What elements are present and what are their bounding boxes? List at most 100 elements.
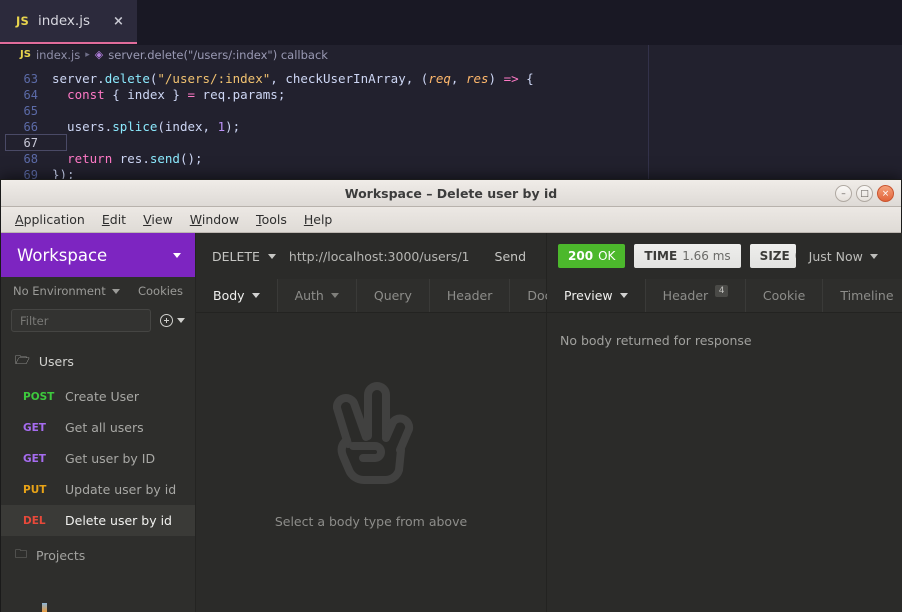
window-title-bar[interactable]: Workspace – Delete user by id – □ × bbox=[1, 180, 901, 207]
menu-item-edit[interactable]: Edit bbox=[95, 210, 133, 229]
plus-circle-icon bbox=[160, 314, 173, 327]
response-pane: 200 OK TIME 1.66 ms SIZE 0 Just Now bbox=[547, 233, 902, 612]
sidebar-filter-row: Filter bbox=[1, 305, 195, 342]
code-line[interactable]: 65 bbox=[0, 103, 902, 119]
tab-request-header[interactable]: Header bbox=[430, 279, 511, 312]
folder-label: Projects bbox=[36, 548, 86, 563]
js-file-icon: JS bbox=[16, 14, 29, 28]
request-label: Get all users bbox=[65, 420, 144, 435]
code-area[interactable]: 63 server.delete("/users/:index", checkUs… bbox=[0, 64, 902, 183]
tab-label: Auth bbox=[294, 288, 324, 303]
request-tree: 🗁 Users POST Create User GET Get all users GET… bbox=[1, 342, 195, 575]
tab-response-timeline[interactable]: Timeline bbox=[823, 279, 902, 312]
js-file-icon: JS bbox=[20, 49, 31, 60]
folder-open-icon: 🗁 bbox=[15, 353, 30, 367]
status-text: OK bbox=[598, 249, 616, 263]
chevron-down-icon bbox=[330, 293, 339, 298]
folder-projects[interactable]: 🗀 Projects bbox=[1, 536, 195, 575]
request-method-badge: POST bbox=[23, 390, 55, 403]
line-number: 64 bbox=[23, 88, 38, 102]
code-line[interactable]: 67 bbox=[0, 134, 902, 151]
size-value: 0 bbox=[795, 249, 796, 263]
request-method-badge: PUT bbox=[23, 483, 47, 496]
line-number: 66 bbox=[23, 120, 38, 134]
body-placeholder-text: Select a body type from above bbox=[274, 513, 468, 529]
request-item-create-user[interactable]: POST Create User bbox=[1, 381, 195, 412]
breadcrumb: JS index.js ▸ ◈ server.delete("/users/:i… bbox=[0, 45, 902, 64]
request-label: Create User bbox=[65, 389, 139, 404]
tab-label: Cookie bbox=[762, 288, 806, 303]
breadcrumb-symbol[interactable]: server.delete("/users/:index") callback bbox=[108, 48, 328, 62]
menu-item-help[interactable]: Help bbox=[297, 210, 340, 229]
request-label: Delete user by id bbox=[65, 513, 172, 528]
chevron-down-icon bbox=[869, 253, 878, 259]
tab-label: Header bbox=[446, 288, 493, 303]
screen: JS index.js × JS index.js ▸ ◈ server.del… bbox=[0, 0, 902, 612]
request-body-area[interactable]: Select a body type from above bbox=[196, 313, 546, 612]
code-text: return res.send(); bbox=[67, 151, 203, 166]
menu-item-view[interactable]: View bbox=[136, 210, 180, 229]
close-icon[interactable]: × bbox=[877, 185, 894, 202]
tab-label: Query bbox=[373, 288, 412, 303]
response-body-message: No body returned for response bbox=[560, 333, 752, 348]
peace-hand-icon bbox=[332, 381, 414, 484]
url-input[interactable]: http://localhost:3000/users/1 bbox=[289, 249, 485, 264]
minimize-icon[interactable]: – bbox=[835, 185, 852, 202]
breadcrumb-file[interactable]: index.js bbox=[36, 48, 80, 62]
history-selector[interactable]: Just Now bbox=[809, 249, 878, 264]
tab-request-query[interactable]: Query bbox=[357, 279, 430, 312]
tab-response-cookie[interactable]: Cookie bbox=[746, 279, 824, 312]
chevron-down-icon bbox=[111, 288, 120, 294]
request-item-update-user-by-id[interactable]: PUT Update user by id bbox=[1, 474, 195, 505]
request-label: Get user by ID bbox=[65, 451, 156, 466]
environment-label: No Environment bbox=[13, 284, 106, 298]
menu-item-application[interactable]: Application bbox=[8, 210, 92, 229]
editor-tab-label: index.js bbox=[37, 13, 90, 29]
editor-tab-bar: JS index.js × bbox=[0, 0, 902, 45]
tab-label: Timeline bbox=[840, 288, 894, 303]
code-text: users.splice(index, 1); bbox=[52, 119, 241, 134]
tab-request-auth[interactable]: Auth bbox=[278, 279, 357, 312]
request-label: Update user by id bbox=[65, 482, 177, 497]
code-line[interactable]: 66 users.splice(index, 1); bbox=[0, 119, 902, 135]
code-line[interactable]: 64 const { index } = req.params; bbox=[0, 87, 902, 103]
close-icon[interactable]: × bbox=[113, 15, 124, 28]
method-selector[interactable]: DELETE bbox=[196, 249, 289, 264]
taskbar-indicator bbox=[42, 603, 47, 612]
filter-input[interactable]: Filter bbox=[11, 309, 151, 332]
maximize-icon[interactable]: □ bbox=[856, 185, 873, 202]
time-badge: TIME 1.66 ms bbox=[634, 244, 741, 268]
tab-count-badge: 4 bbox=[715, 284, 728, 297]
sidebar: Workspace No Environment Cookies Filter bbox=[1, 233, 196, 612]
folder-users[interactable]: 🗁 Users bbox=[1, 342, 195, 381]
code-text: const { index } = req.params; bbox=[67, 87, 286, 102]
method-label: DELETE bbox=[212, 248, 260, 264]
window-controls: – □ × bbox=[835, 185, 894, 202]
request-item-get-user-by-id[interactable]: GET Get user by ID bbox=[1, 443, 195, 474]
response-tabs: Preview Header 4 Cookie Timeline bbox=[547, 279, 902, 313]
request-item-delete-user-by-id[interactable]: DEL Delete user by id bbox=[1, 505, 195, 536]
chevron-down-icon bbox=[177, 318, 185, 323]
request-item-get-all-users[interactable]: GET Get all users bbox=[1, 412, 195, 443]
tab-response-preview[interactable]: Preview bbox=[547, 279, 646, 312]
add-request-button[interactable] bbox=[160, 314, 185, 327]
time-value: 1.66 ms bbox=[682, 249, 731, 263]
code-line[interactable]: 63 server.delete("/users/:index", checkUs… bbox=[0, 71, 902, 87]
request-method-badge: GET bbox=[23, 421, 46, 434]
tab-request-body[interactable]: Body bbox=[196, 279, 278, 312]
editor-tab-index-js[interactable]: JS index.js × bbox=[0, 0, 137, 44]
menu-item-tools[interactable]: Tools bbox=[249, 210, 294, 229]
time-label: TIME bbox=[644, 249, 678, 263]
send-button[interactable]: Send bbox=[485, 249, 546, 264]
folder-closed-icon: 🗀 bbox=[15, 547, 28, 561]
size-label: SIZE bbox=[759, 249, 790, 263]
code-line[interactable]: 68 return res.send(); bbox=[0, 151, 902, 167]
workspace-selector[interactable]: Workspace bbox=[1, 233, 195, 277]
menu-item-window[interactable]: Window bbox=[183, 210, 246, 229]
chevron-down-icon bbox=[619, 293, 628, 298]
symbol-cube-icon: ◈ bbox=[94, 48, 104, 61]
tab-label: Body bbox=[213, 288, 245, 303]
tab-response-header[interactable]: Header 4 bbox=[646, 279, 746, 312]
environment-selector[interactable]: No Environment bbox=[13, 284, 120, 298]
cookies-button[interactable]: Cookies bbox=[138, 284, 183, 298]
